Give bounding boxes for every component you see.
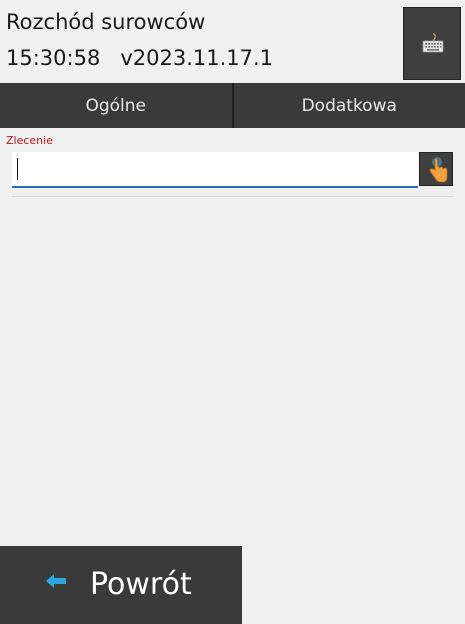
footer-empty-area — [242, 546, 465, 624]
time-version-line: 15:30:58 v2023.11.17.1 — [6, 44, 273, 72]
arrow-left-icon — [46, 574, 66, 588]
keyboard-icon — [422, 33, 444, 53]
tab-additional[interactable]: Dodatkowa — [231, 83, 465, 128]
keyboard-button[interactable] — [403, 7, 461, 80]
touch-input-button[interactable] — [419, 152, 453, 186]
back-button[interactable]: Powrót — [0, 546, 242, 624]
form-divider — [12, 196, 453, 197]
tab-general[interactable]: Ogólne — [0, 83, 232, 128]
app-version: v2023.11.17.1 — [120, 46, 274, 70]
order-field-label: Zlecenie — [6, 134, 53, 147]
back-button-label: Powrót — [90, 567, 192, 602]
order-input[interactable] — [12, 152, 418, 188]
hand-pointer-icon — [429, 157, 448, 183]
clock-time: 15:30:58 — [6, 46, 101, 70]
text-cursor — [17, 158, 18, 180]
app-title: Rozchód surowców — [6, 10, 206, 34]
tab-bar: Ogólne Dodatkowa — [0, 83, 465, 128]
app-header: Rozchód surowców 15:30:58 v2023.11.17.1 — [0, 0, 465, 80]
